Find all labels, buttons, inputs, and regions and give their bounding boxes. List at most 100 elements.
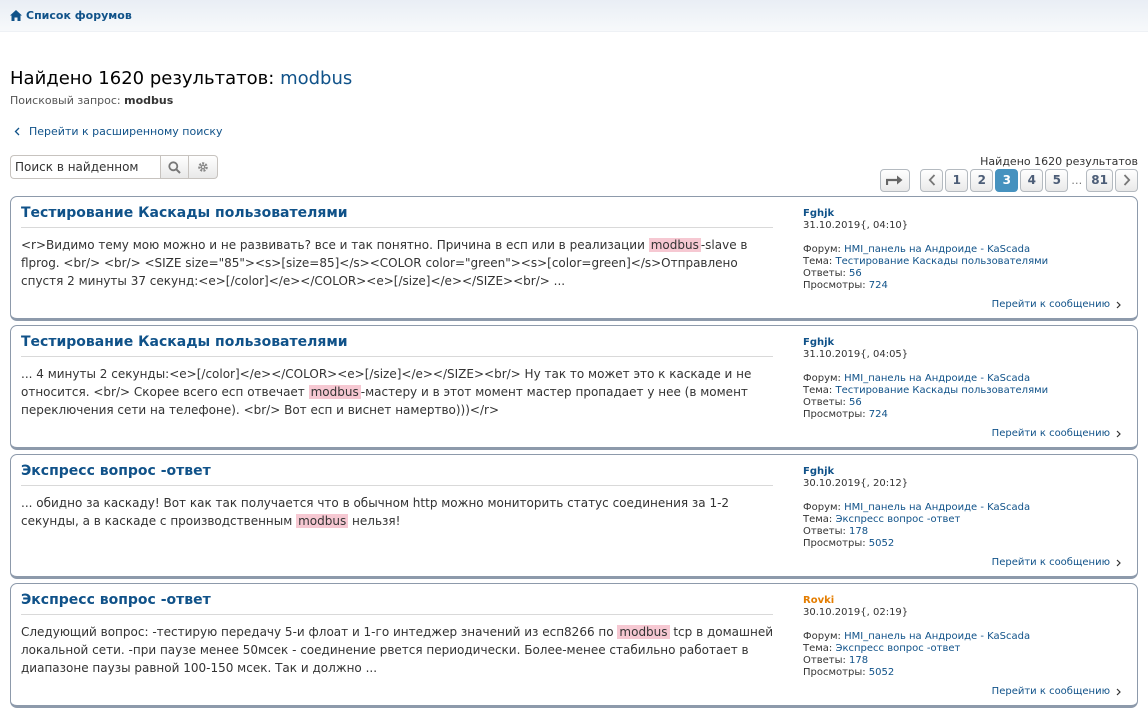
forum-line: Форум: HMI_панель на Андроиде - KaScada [803,244,1048,256]
forum-link[interactable]: HMI_панель на Андроиде - KaScada [844,373,1030,384]
author-link[interactable]: Fghjk [803,466,1030,478]
advanced-search-label: Перейти к расширенному поиску [29,125,223,138]
search-query-value: modbus [124,94,174,107]
search-input[interactable] [10,155,160,179]
topic-label: Тема: [803,643,836,654]
search-result: Экспресс вопрос -ответ ... обидно за кас… [10,454,1138,579]
topic-link[interactable]: Тестирование Каскады пользователями [835,385,1048,396]
forum-label: Форум: [803,244,845,255]
forum-label: Форум: [803,502,845,513]
topic-link[interactable]: Экспресс вопрос -ответ [835,643,960,654]
result-excerpt: <r>Видимо тему мою можно и не развивать?… [21,236,779,290]
chevron-right-icon [1116,430,1121,437]
author-link[interactable]: Rovki [803,595,1030,607]
pagination: 1 2 3 4 5 … 81 [878,168,1138,192]
topic-link[interactable]: Тестирование Каскады пользователями [835,256,1048,267]
gear-icon [198,162,208,172]
replies-label: Ответы: [803,268,850,279]
page-2-button[interactable]: 2 [970,168,994,192]
author-link[interactable]: Fghjk [803,208,1048,220]
result-title[interactable]: Тестирование Каскады пользователями [21,334,348,350]
views-label: Просмотры: [803,667,869,678]
forum-link[interactable]: HMI_панель на Андроиде - KaScada [844,502,1030,513]
result-meta: Fghjk 30.10.2019{, 20:12} Форум: HMI_пан… [803,466,1030,550]
page-last-button[interactable]: 81 [1086,168,1113,192]
forums-list-label: Список форумов [26,9,132,22]
previous-page-button[interactable] [920,168,944,192]
excerpt-text: нельзя! [348,514,401,528]
result-title[interactable]: Экспресс вопрос -ответ [21,463,211,479]
views-line: Просмотры: 5052 [803,538,1030,550]
goto-post-label: Перейти к сообщению [991,428,1110,439]
result-excerpt: ... обидно за каскаду! Вот как так получ… [21,494,779,530]
divider [21,485,773,486]
top-navbar: Список форумов [0,0,1148,32]
forum-link[interactable]: HMI_панель на Андроиде - KaScada [844,631,1030,642]
divider [21,227,773,228]
page-title-keyword: modbus [280,68,353,89]
views-count: 724 [868,409,888,420]
goto-post-link[interactable]: Перейти к сообщению [992,557,1121,568]
goto-post-link[interactable]: Перейти к сообщению [992,299,1121,310]
goto-post-link[interactable]: Перейти к сообщению [992,428,1121,439]
forum-label: Форум: [803,373,845,384]
excerpt-text: <r>Видимо тему мою можно и не развивать?… [21,238,649,252]
jump-to-page-button[interactable] [880,168,911,192]
search-query-line: Поисковый запрос: modbus [10,94,173,107]
result-meta: Rovki 30.10.2019{, 02:19} Форум: HMI_пан… [803,595,1030,679]
chevron-right-icon [1116,559,1121,566]
chevron-right-icon [1123,174,1130,186]
divider [21,614,773,615]
search-settings-button[interactable] [189,155,218,179]
keyword-highlight: modbus [617,625,670,639]
result-title[interactable]: Экспресс вопрос -ответ [21,592,211,608]
result-title[interactable]: Тестирование Каскады пользователями [21,205,348,221]
keyword-highlight: modbus [648,238,701,252]
topic-link[interactable]: Экспресс вопрос -ответ [835,514,960,525]
search-button[interactable] [160,155,189,179]
search-in-results [10,155,219,179]
keyword-highlight: modbus [308,385,361,399]
post-date: 31.10.2019{, 04:05} [803,349,909,360]
replies-label: Ответы: [803,526,850,537]
chevron-left-icon [14,127,20,136]
forum-line: Форум: HMI_панель на Андроиде - KaScada [803,631,1030,643]
chevron-right-icon [1116,301,1121,308]
topic-line: Тема: Экспресс вопрос -ответ [803,514,1030,526]
goto-post-label: Перейти к сообщению [991,299,1110,310]
topic-label: Тема: [803,385,836,396]
result-meta: Fghjk 31.10.2019{, 04:10} Форум: HMI_пан… [803,208,1048,292]
replies-count: 56 [849,268,862,279]
results-count: Найдено 1620 результатов [980,155,1138,168]
search-result: Экспресс вопрос -ответ Следующий вопрос:… [10,583,1138,708]
forum-link[interactable]: HMI_панель на Андроиде - KaScada [844,244,1030,255]
next-page-button[interactable] [1115,168,1138,192]
views-label: Просмотры: [803,538,869,549]
search-icon [168,160,181,174]
views-line: Просмотры: 5052 [803,667,1030,679]
replies-label: Ответы: [803,397,850,408]
topic-line: Тема: Тестирование Каскады пользователям… [803,256,1048,268]
search-result: Тестирование Каскады пользователями ... … [10,325,1138,450]
keyword-highlight: modbus [296,514,349,528]
views-label: Просмотры: [803,280,869,291]
page-1-button[interactable]: 1 [945,168,969,192]
advanced-search-link[interactable]: Перейти к расширенному поиску [14,125,223,138]
views-label: Просмотры: [803,409,869,420]
forums-list-link[interactable]: Список форумов [10,9,132,22]
page-3-button[interactable]: 3 [995,168,1019,192]
page-4-button[interactable]: 4 [1020,168,1044,192]
author-link[interactable]: Fghjk [803,337,1048,349]
result-excerpt: Следующий вопрос: -тестирую передачу 5-и… [21,623,779,677]
search-result: Тестирование Каскады пользователями <r>В… [10,196,1138,321]
excerpt-text: Следующий вопрос: -тестирую передачу 5-и… [21,625,618,639]
views-count: 5052 [868,667,895,678]
chevron-left-icon [928,174,935,186]
topic-label: Тема: [803,514,836,525]
divider [21,356,773,357]
views-line: Просмотры: 724 [803,280,1048,292]
page-5-button[interactable]: 5 [1045,168,1069,192]
views-count: 5052 [868,538,895,549]
goto-post-label: Перейти к сообщению [991,557,1110,568]
replies-count: 178 [849,655,869,666]
